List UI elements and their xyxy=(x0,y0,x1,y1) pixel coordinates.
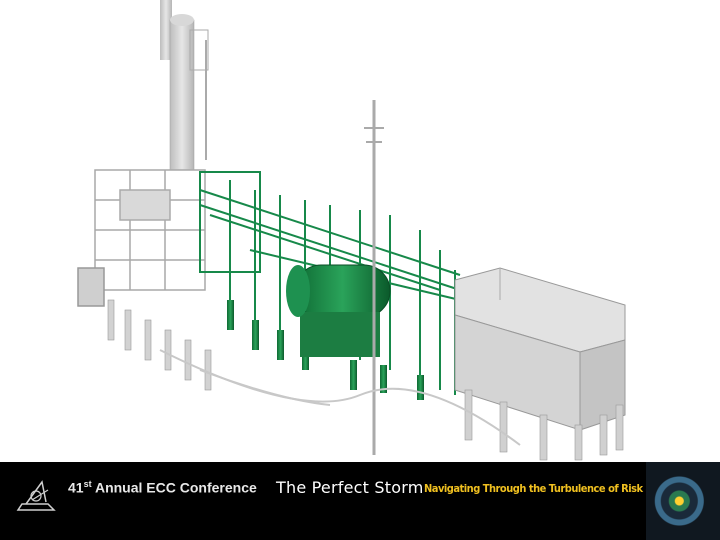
slide-footer-banner: 41st Annual ECC Conference The Perfect S… xyxy=(0,462,720,540)
conference-title: 41st Annual ECC Conference xyxy=(68,479,257,496)
conference-number: 41 xyxy=(68,479,84,496)
conference-name: Annual ECC Conference xyxy=(94,479,257,496)
left-supports xyxy=(107,299,212,391)
left-structure xyxy=(77,169,206,307)
distillation-column xyxy=(160,0,209,171)
sailboat-logo-icon xyxy=(16,480,56,511)
plant-3d-model-image xyxy=(0,0,720,462)
right-enclosure xyxy=(454,267,626,431)
storm-graphic xyxy=(646,462,720,540)
conference-suffix: st xyxy=(83,479,92,489)
conference-theme: The Perfect Storm xyxy=(276,478,424,497)
